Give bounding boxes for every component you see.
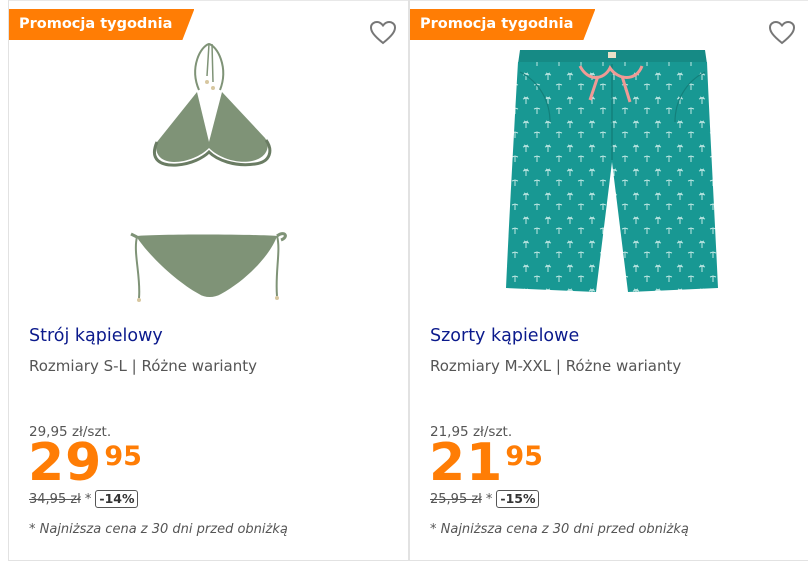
product-title[interactable]: Szorty kąpielowe bbox=[430, 326, 579, 346]
product-image-swim-shorts[interactable] bbox=[410, 42, 808, 310]
divider bbox=[410, 0, 808, 1]
price-footnote: * Najniższa cena z 30 dni przed obniżką bbox=[430, 522, 689, 537]
price-integer: 29 bbox=[28, 433, 103, 493]
old-price-row: 25,95 zł * -15% bbox=[430, 490, 540, 508]
old-price: 25,95 zł bbox=[430, 491, 482, 507]
product-image-bikini[interactable] bbox=[9, 42, 410, 310]
promo-badge: Promocja tygodnia bbox=[410, 9, 595, 40]
price-decimal: 95 bbox=[505, 441, 543, 472]
price-integer: 21 bbox=[429, 433, 504, 493]
old-price-marker: * bbox=[84, 491, 92, 507]
discount-badge: -14% bbox=[95, 490, 139, 508]
price-footnote: * Najniższa cena z 30 dni przed obniżką bbox=[29, 522, 288, 537]
promo-badge: Promocja tygodnia bbox=[9, 9, 194, 40]
current-price: 29 95 bbox=[28, 433, 142, 493]
discount-badge: -15% bbox=[496, 490, 540, 508]
product-variant: Rozmiary S-L | Różne warianty bbox=[29, 357, 258, 375]
old-price: 34,95 zł bbox=[29, 491, 81, 507]
current-price: 21 95 bbox=[429, 433, 543, 493]
price-decimal: 95 bbox=[104, 441, 142, 472]
product-variant: Rozmiary M-XXL | Różne warianty bbox=[430, 357, 682, 375]
divider bbox=[9, 0, 408, 1]
product-title[interactable]: Strój kąpielowy bbox=[29, 326, 163, 346]
old-price-marker: * bbox=[485, 491, 493, 507]
product-card[interactable]: Promocja tygodnia Strój kąpielowy Rozmia… bbox=[8, 0, 409, 561]
product-card[interactable]: Promocja tygodnia Szorty kąpielowe Rozmi… bbox=[409, 0, 808, 561]
product-grid: Promocja tygodnia Strój kąpielowy Rozmia… bbox=[0, 0, 808, 561]
old-price-row: 34,95 zł * -14% bbox=[29, 490, 139, 508]
